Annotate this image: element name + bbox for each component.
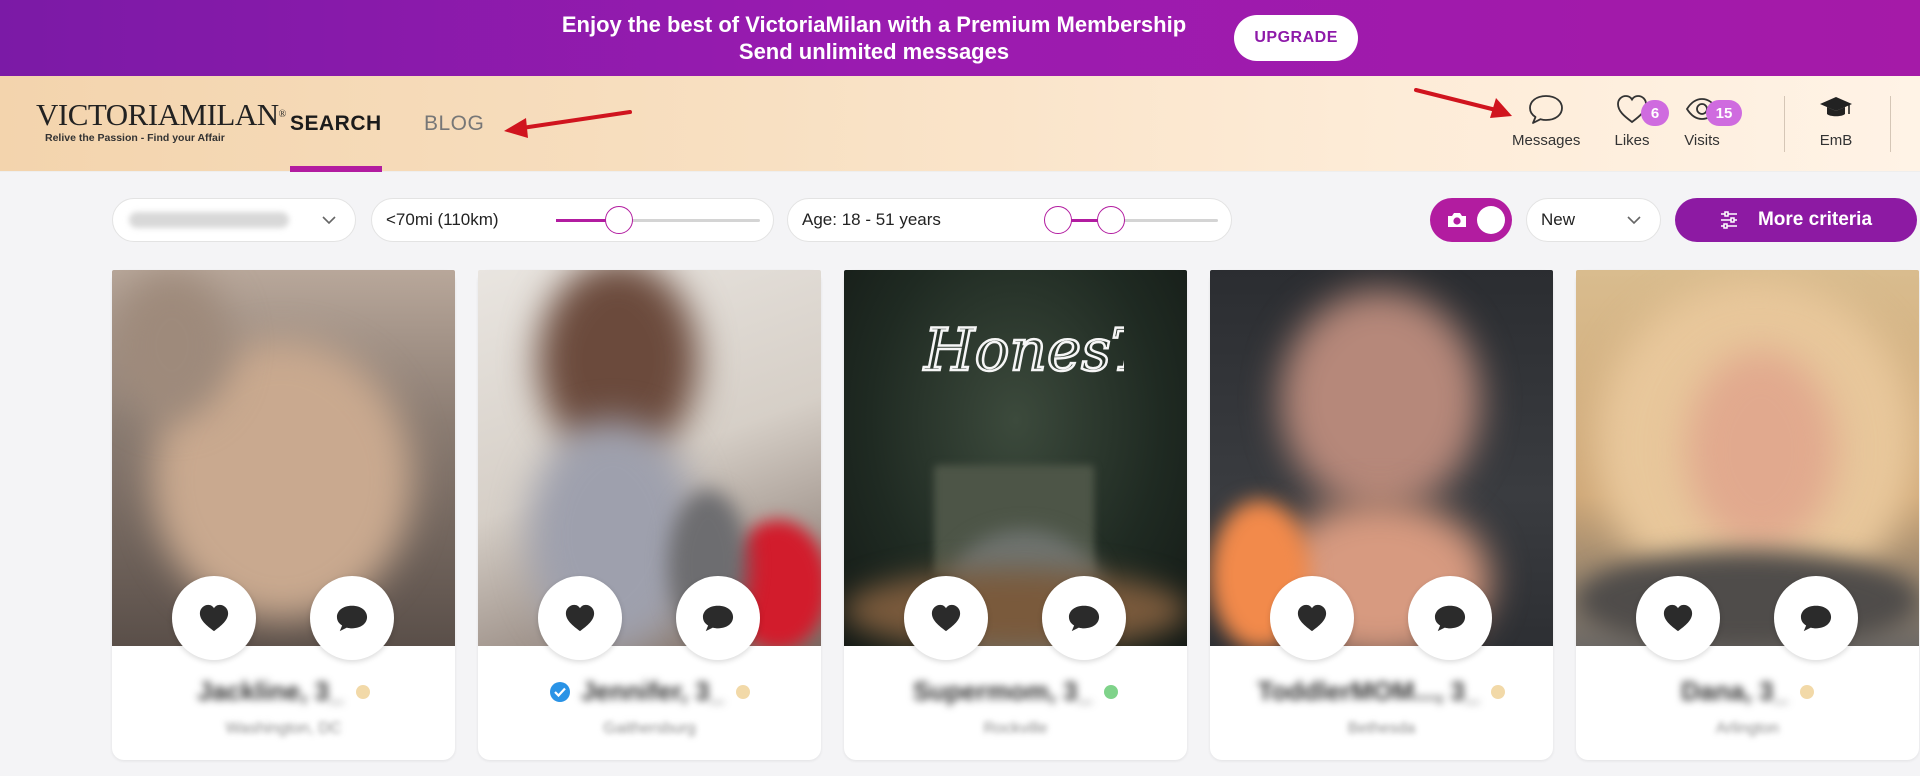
photo-only-toggle[interactable] [1430, 198, 1512, 242]
message-button[interactable] [676, 576, 760, 660]
status-dot [1799, 684, 1814, 699]
more-criteria-label: More criteria [1757, 209, 1873, 230]
like-button[interactable] [1636, 576, 1720, 660]
messages-nav[interactable]: Messages [1512, 92, 1580, 149]
status-dot [1491, 684, 1506, 699]
profile-photo-blurred[interactable] [1210, 270, 1553, 646]
profile-name[interactable]: Jennifer, 3_ [581, 676, 724, 707]
message-button[interactable] [310, 576, 394, 660]
message-button[interactable] [1408, 576, 1492, 660]
chat-bubble-icon [702, 605, 734, 632]
more-criteria-button[interactable]: More criteria [1675, 198, 1917, 242]
heart-icon [199, 604, 229, 632]
chevron-down-icon [322, 216, 336, 225]
likes-count-badge: 6 [1641, 100, 1669, 126]
verified-badge-icon [549, 681, 570, 702]
chat-bubble-icon [1800, 605, 1832, 632]
profile-card[interactable]: Dana, 3_ Arlington [1576, 270, 1919, 760]
promo-text: Enjoy the best of VictoriaMilan with a P… [562, 11, 1186, 65]
profile-card[interactable]: Jennifer, 3_ Gaithersburg [478, 270, 821, 760]
chevron-down-icon [1627, 216, 1641, 225]
profile-label: EmB [1819, 132, 1853, 149]
age-filter: Age: 18 - 51 years [787, 198, 1232, 242]
like-button[interactable] [904, 576, 988, 660]
message-button[interactable] [1042, 576, 1126, 660]
profile-photo-blurred[interactable] [478, 270, 821, 646]
profile-photo-blurred[interactable] [112, 270, 455, 646]
distance-filter: <70mi (110km) [371, 198, 774, 242]
sliders-icon [1720, 211, 1737, 229]
like-button[interactable] [538, 576, 622, 660]
messages-label: Messages [1512, 132, 1581, 149]
status-dot [1104, 684, 1119, 699]
annotation-arrow-blog [504, 110, 632, 138]
distance-slider[interactable] [556, 206, 760, 234]
victoriamilan-logo[interactable]: VICTORIAMILAN® Relive the Passion - Find… [36, 99, 286, 150]
likes-label: Likes [1614, 132, 1650, 149]
profile-photo[interactable]: HonesT [844, 270, 1187, 646]
distance-label: <70mi (110km) [386, 210, 499, 229]
profile-name[interactable]: Dana, 3_ [1681, 676, 1788, 707]
distance-slider-handle[interactable] [605, 206, 634, 234]
heart-icon [565, 604, 595, 632]
logo-tagline: Relive the Passion - Find your Affair [45, 132, 225, 144]
profile-photo-blurred[interactable] [1576, 270, 1919, 646]
chat-bubble-icon [1529, 95, 1564, 124]
profile-name[interactable]: Supermom, 3_ [913, 676, 1092, 707]
profile-name[interactable]: Jackline, 3_ [198, 676, 344, 707]
status-dot [736, 684, 751, 699]
svg-text:HonesT: HonesT [923, 316, 1124, 384]
profile-card[interactable]: ToddlerMOM..., 3_ Bethesda [1210, 270, 1553, 760]
profile-name[interactable]: ToddlerMOM..., 3_ [1258, 676, 1480, 707]
sort-dropdown[interactable]: New [1526, 198, 1661, 242]
like-button[interactable] [172, 576, 256, 660]
profile-location: Bethesda [1347, 720, 1416, 737]
premium-promo-banner: Enjoy the best of VictoriaMilan with a P… [0, 0, 1920, 76]
status-dot [355, 684, 370, 699]
annotation-arrow-messages [1414, 88, 1512, 118]
chat-bubble-icon [1434, 605, 1466, 632]
message-button[interactable] [1774, 576, 1858, 660]
age-slider-min-handle[interactable] [1044, 206, 1072, 234]
age-slider-max-handle[interactable] [1096, 206, 1125, 234]
visits-label: Visits [1684, 132, 1720, 149]
header-divider-right [1890, 96, 1891, 152]
profile-location: Washington, DC [225, 720, 342, 737]
heart-icon [1663, 604, 1693, 632]
neon-sign: HonesT [922, 315, 1124, 386]
profile-card[interactable]: Jackline, 3_ Washington, DC [112, 270, 455, 760]
location-dropdown[interactable] [112, 198, 356, 242]
header-divider [1784, 96, 1785, 152]
profile-menu[interactable]: EmB [1818, 92, 1854, 149]
promo-line-2: Send unlimited messages [738, 39, 1010, 64]
graduation-cap-icon [1820, 97, 1852, 117]
upgrade-button[interactable]: UPGRADE [1234, 15, 1359, 61]
sort-value: New [1541, 210, 1576, 229]
logo-wordmark: VICTORIAMILAN [36, 97, 279, 132]
chat-bubble-icon [1068, 605, 1100, 632]
profile-location: Gaithersburg [603, 720, 696, 737]
profile-location: Rockville [983, 720, 1048, 737]
chat-bubble-icon [336, 605, 368, 632]
location-value-blurred [129, 212, 289, 228]
age-label: Age: 18 - 51 years [802, 210, 941, 229]
profile-card[interactable]: HonesT Supermom, 3_ Rockville [844, 270, 1187, 760]
visits-count-badge: 15 [1706, 100, 1742, 126]
heart-icon [931, 604, 961, 632]
site-header: VICTORIAMILAN® Relive the Passion - Find… [0, 76, 1920, 172]
nav-tab-search[interactable]: SEARCH [290, 76, 382, 172]
like-button[interactable] [1270, 576, 1354, 660]
nav-tab-blog[interactable]: BLOG [424, 76, 484, 172]
profile-location: Arlington [1715, 720, 1780, 737]
age-slider[interactable] [1044, 206, 1218, 234]
promo-line-1: Enjoy the best of VictoriaMilan with a P… [561, 12, 1187, 37]
camera-icon [1448, 213, 1466, 227]
heart-icon [1297, 604, 1327, 632]
